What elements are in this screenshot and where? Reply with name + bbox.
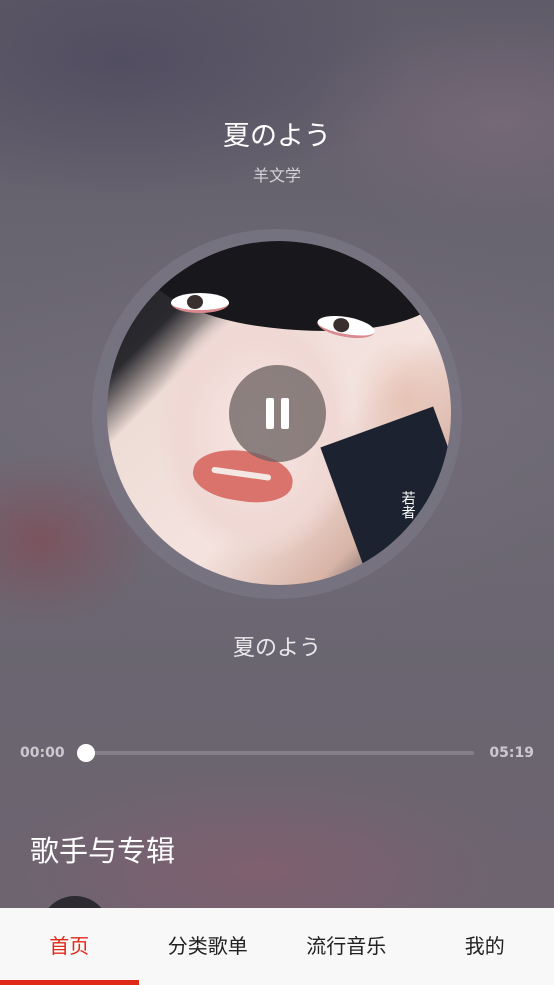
progress-thumb[interactable] — [77, 744, 95, 762]
song-title: 夏のよう — [223, 121, 331, 152]
artist-name: 羊文学 — [252, 166, 301, 185]
pause-button[interactable] — [229, 365, 326, 462]
current-lyric: 夏のよう — [232, 636, 321, 661]
progress-track[interactable] — [86, 751, 474, 755]
current-time: 00:00 — [20, 745, 65, 761]
total-time: 05:19 — [489, 745, 534, 761]
tab-category-playlists[interactable]: 分类歌单 — [139, 908, 278, 985]
section-title: 歌手与专辑 — [30, 834, 176, 868]
tab-mine[interactable]: 我的 — [416, 908, 554, 985]
tab-pop-music[interactable]: 流行音乐 — [277, 908, 416, 985]
bottom-tabbar: 首页 分类歌单 流行音乐 我的 — [0, 908, 554, 985]
tab-home[interactable]: 首页 — [0, 908, 139, 985]
album-cover-text: 若者 — [399, 491, 416, 519]
